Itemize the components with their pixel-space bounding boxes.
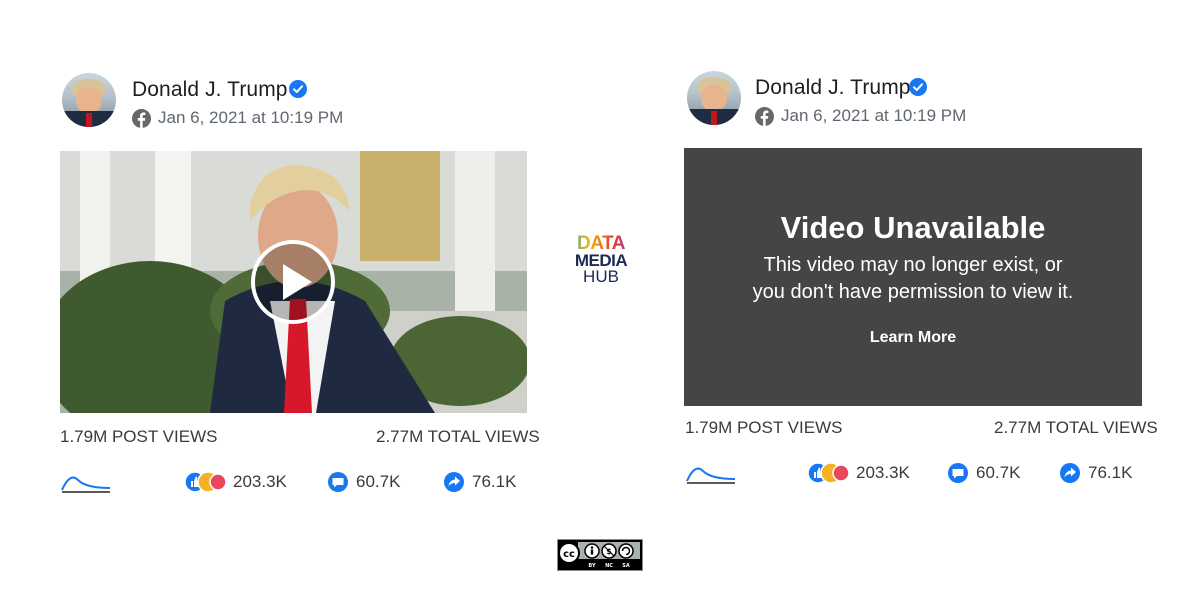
comments-count[interactable]: 60.7K <box>327 471 400 493</box>
post-views: 1.79M POST VIEWS <box>685 418 843 437</box>
cc-sa-label: SA <box>622 563 630 569</box>
shares-count[interactable]: 76.1K <box>1059 462 1132 484</box>
post-views: 1.79M POST VIEWS <box>60 427 218 446</box>
cc-license-icon: cc $ BY NC SA <box>558 540 642 570</box>
unavailable-message-line1: This video may no longer exist, or <box>763 254 1063 276</box>
comment-icon <box>948 463 968 483</box>
reactions-count[interactable]: 203.3K <box>184 471 287 493</box>
post-meta: Jan 6, 2021 at 10:19 PM <box>132 108 343 128</box>
video-thumbnail[interactable] <box>60 151 527 413</box>
cc-nc-label: NC <box>605 563 613 569</box>
reactions-value: 203.3K <box>233 472 287 491</box>
post-date[interactable]: Jan 6, 2021 at 10:19 PM <box>781 106 966 126</box>
verified-badge-icon <box>289 80 307 98</box>
video-unavailable-panel: Video Unavailable This video may no long… <box>684 148 1142 406</box>
cc-by-nc-sa-license-badge: cc $ BY NC SA <box>557 539 643 571</box>
views-sparkline-icon <box>686 467 736 484</box>
reactions-icon <box>184 471 226 493</box>
play-icon[interactable] <box>250 239 336 325</box>
shares-value: 76.1K <box>472 472 517 491</box>
verified-badge-icon <box>909 78 927 96</box>
comment-icon <box>328 472 348 492</box>
share-icon <box>444 472 464 492</box>
reactions-value: 203.3K <box>856 463 910 482</box>
comments-value: 60.7K <box>976 463 1021 482</box>
shares-count[interactable]: 76.1K <box>443 471 516 493</box>
learn-more-link[interactable]: Learn More <box>684 329 1142 347</box>
post-date[interactable]: Jan 6, 2021 at 10:19 PM <box>158 108 343 128</box>
comments-count[interactable]: 60.7K <box>947 462 1020 484</box>
cc-text: cc <box>563 549 575 560</box>
total-views: 2.77M TOTAL VIEWS <box>376 427 540 446</box>
total-views: 2.77M TOTAL VIEWS <box>994 418 1158 437</box>
profile-avatar[interactable] <box>687 71 741 125</box>
cc-by-label: BY <box>588 563 596 569</box>
reactions-count[interactable]: 203.3K <box>807 462 910 484</box>
views-sparkline-icon <box>61 476 111 493</box>
share-icon <box>1060 463 1080 483</box>
data-media-hub-logo: DATA MEDIA HUB <box>566 234 636 286</box>
author-name[interactable]: Donald J. Trump <box>755 76 911 100</box>
shares-value: 76.1K <box>1088 463 1133 482</box>
author-name[interactable]: Donald J. Trump <box>132 78 288 102</box>
reactions-icon <box>807 462 849 484</box>
unavailable-title: Video Unavailable <box>780 210 1046 245</box>
logo-line-hub: HUB <box>583 267 619 286</box>
unavailable-message-line2: you don't have permission to view it. <box>752 281 1074 303</box>
post-meta: Jan 6, 2021 at 10:19 PM <box>755 106 966 126</box>
facebook-icon <box>755 106 774 126</box>
profile-avatar[interactable] <box>62 73 116 127</box>
facebook-icon <box>132 108 151 128</box>
comments-value: 60.7K <box>356 472 401 491</box>
